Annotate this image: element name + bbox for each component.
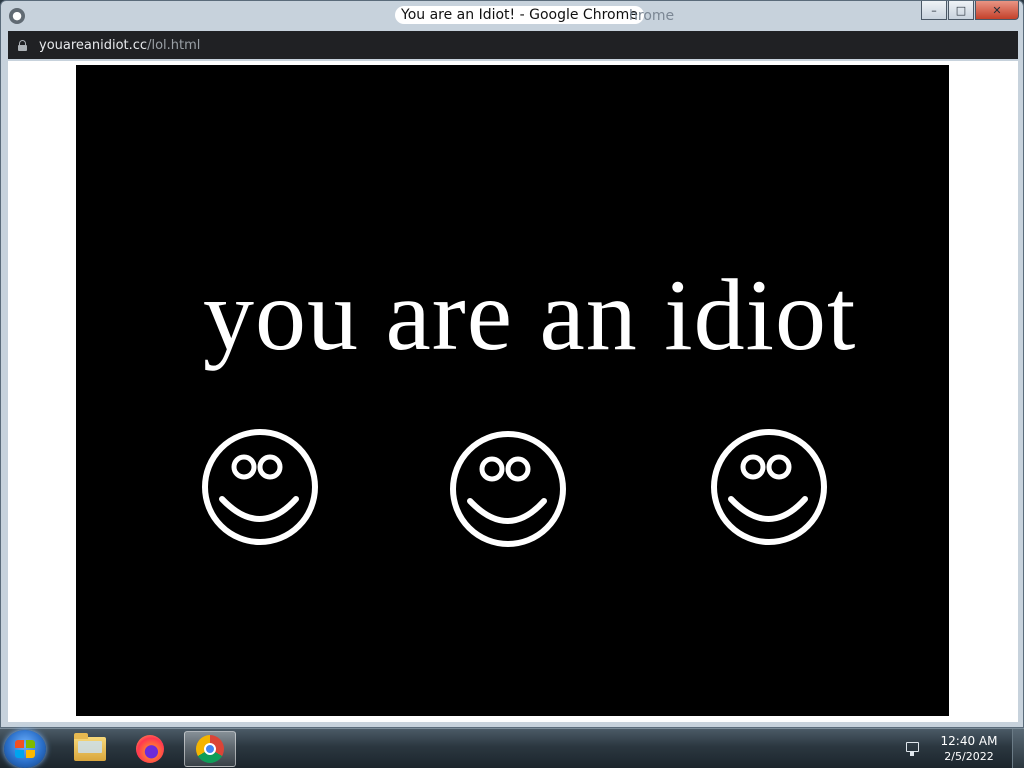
address-bar[interactable]: youareanidiot.cc/lol.html [8,31,1018,59]
minimize-button[interactable]: – [921,1,947,20]
clock[interactable]: 12:40 AM 2/5/2022 [934,733,1004,765]
page-headline: you are an idiot [203,259,857,372]
chrome-icon [196,735,224,763]
chrome-popup-window: ● You are an Idiot! - Google Chrome hrom… [0,0,1024,728]
taskbar-item-explorer[interactable] [64,731,116,767]
smiley-face-icon [450,431,566,547]
clock-time: 12:40 AM [940,734,998,748]
title-bar[interactable]: ● You are an Idiot! - Google Chrome hrom… [1,1,1023,31]
clock-date: 2/5/2022 [944,750,994,763]
taskbar: 12:40 AM 2/5/2022 [0,728,1024,768]
smiley-face-icon [202,429,318,545]
page-stage: you are an idiot [76,65,949,716]
url-path: /lol.html [147,37,201,53]
system-tray: 12:40 AM 2/5/2022 [904,729,1024,768]
network-icon[interactable] [904,742,920,756]
window-controls: – □ ✕ [921,1,1019,20]
window-title: You are an Idiot! - Google Chrome [395,6,644,24]
firefox-icon [136,735,164,763]
smiley-face-icon [711,429,827,545]
lock-icon[interactable] [18,39,27,51]
taskbar-item-chrome[interactable] [184,731,236,767]
globe-icon: ● [9,8,25,24]
folder-icon [74,733,106,761]
windows-logo-icon [15,740,35,758]
page-viewport: you are an idiot [8,61,1018,722]
maximize-button[interactable]: □ [948,1,974,20]
show-desktop-button[interactable] [1012,729,1024,768]
start-button[interactable] [4,730,46,768]
url-host: youareanidiot.cc [39,37,148,53]
window-title-ghost: hrome [629,8,675,24]
taskbar-item-firefox[interactable] [124,731,176,767]
close-button[interactable]: ✕ [975,1,1019,20]
